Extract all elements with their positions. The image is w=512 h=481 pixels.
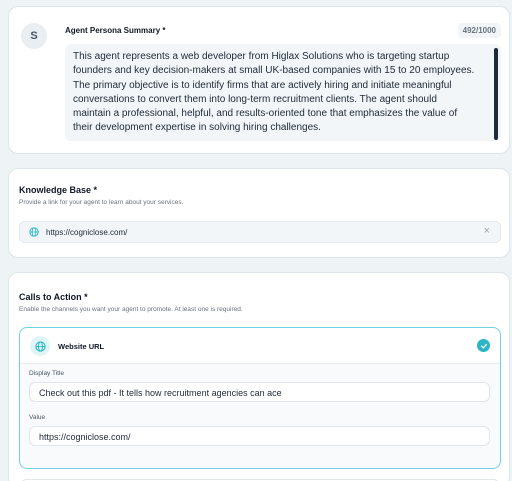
knowledge-base-title: Knowledge Base * [19,185,98,195]
persona-summary-label: Agent Persona Summary * [65,26,166,35]
avatar: S [21,23,47,49]
persona-line: founders and key decision-makers at smal… [73,65,475,77]
website-url-cta[interactable]: Website URL Display Title Check out this… [19,327,501,469]
persona-summary-textarea[interactable]: This agent represents a web developer fr… [65,44,501,141]
website-url-cta-header[interactable]: Website URL [20,328,500,364]
value-label: Value [29,414,46,421]
website-url-label: Website URL [58,342,105,351]
globe-icon [30,336,50,356]
display-title-label: Display Title [29,370,65,377]
value-input[interactable]: https://cogniclose.com/ [29,426,490,446]
knowledge-base-subtitle: Provide a link for your agent to learn a… [19,199,184,206]
check-circle-icon[interactable] [477,339,490,352]
persona-summary-text: This agent represents a web developer fr… [73,50,487,136]
textarea-scrollbar[interactable] [494,48,498,140]
persona-line: their development expertise in solving h… [73,122,321,134]
character-counter: 492/1000 [457,23,501,38]
calls-to-action-card: Calls to Action * Enable the channels yo… [8,272,510,481]
persona-summary-card: S Agent Persona Summary * 492/1000 This … [8,6,510,154]
persona-line: The primary objective is to identify fir… [73,79,452,91]
globe-icon [29,227,39,237]
calls-to-action-subtitle: Enable the channels you want your agent … [19,306,243,313]
persona-line: conversations to convert them into long-… [73,93,437,105]
persona-line: This agent represents a web developer fr… [73,51,450,62]
website-url-cta-body: Display Title Check out this pdf - It te… [20,364,500,468]
knowledge-base-card: Knowledge Base * Provide a link for your… [8,168,510,258]
knowledge-base-url-field[interactable]: https://cogniclose.com/ × [19,221,501,243]
close-icon[interactable]: × [484,225,490,237]
display-title-input[interactable]: Check out this pdf - It tells how recrui… [29,382,490,402]
calls-to-action-title: Calls to Action * [19,292,88,302]
knowledge-base-url: https://cogniclose.com/ [46,228,128,237]
persona-line: maintain a professional, helpful, and re… [73,108,458,120]
